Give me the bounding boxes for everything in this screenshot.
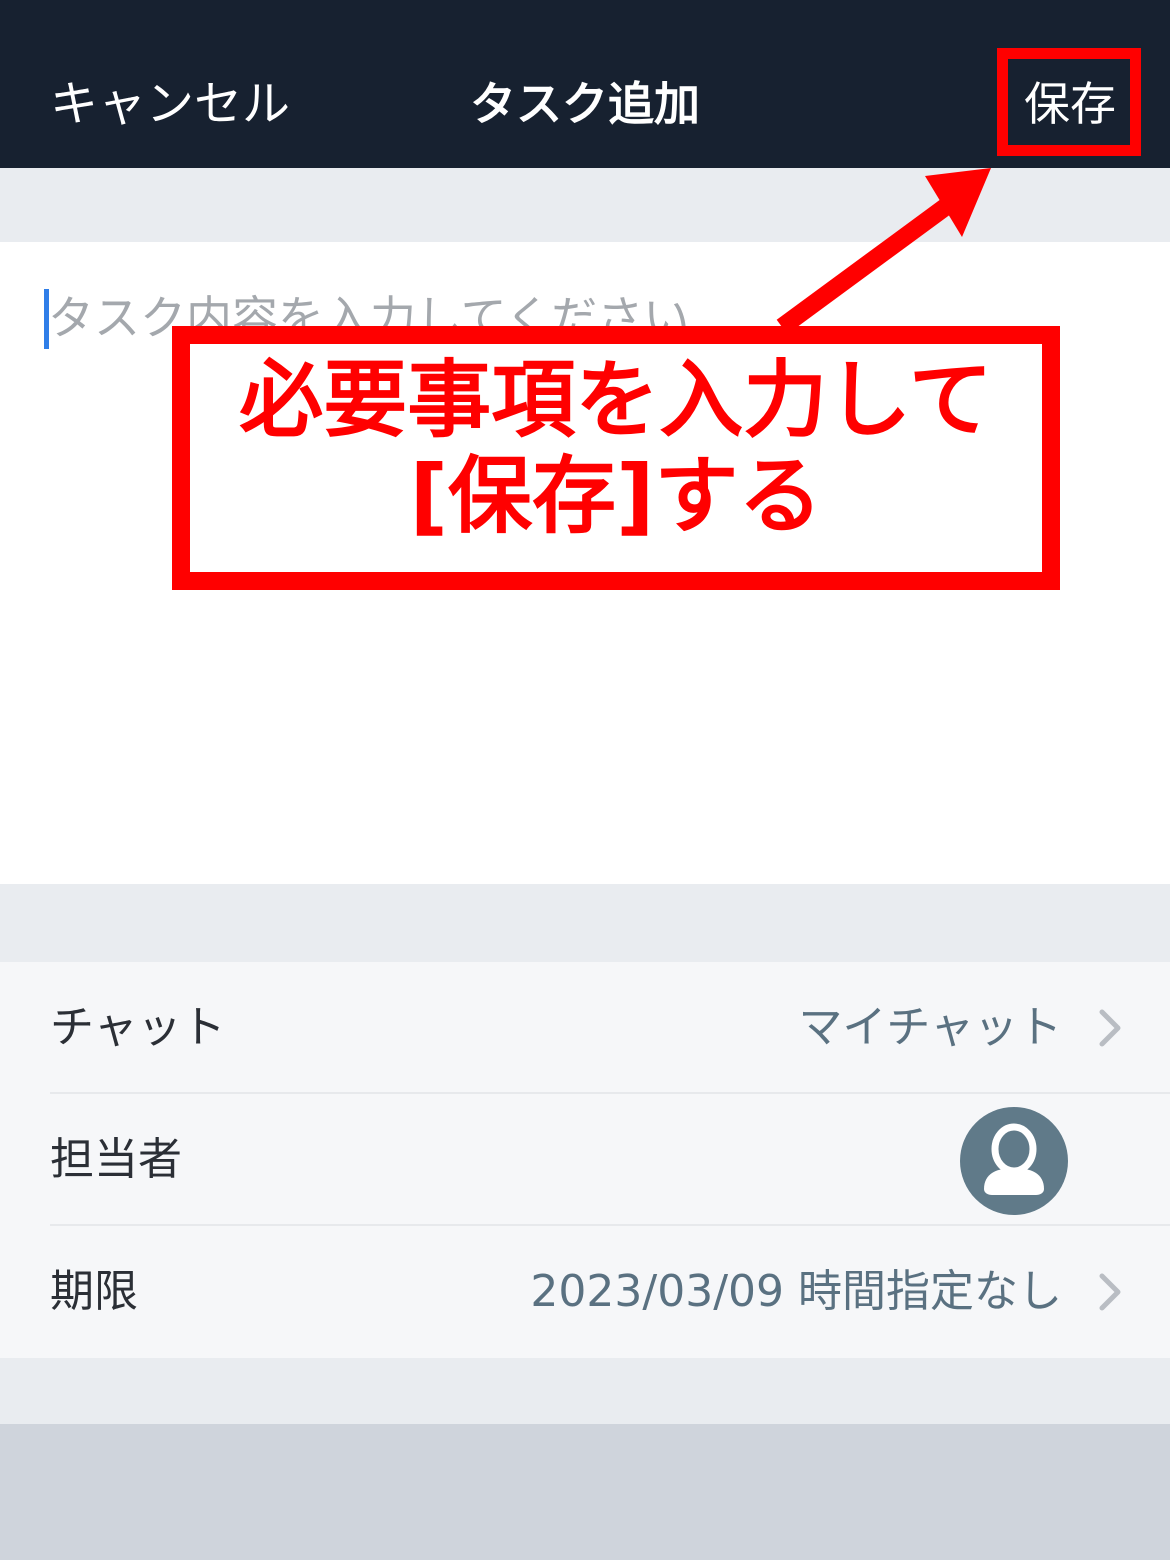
due-date-label: 期限 (50, 1266, 138, 1317)
assignee-label: 担当者 (50, 1134, 182, 1185)
navigation-bar: キャンセル タスク追加 保存 (0, 0, 1170, 168)
annotation-callout-text: 必要事項を入力して [保存]する (172, 352, 1060, 544)
assignee-row[interactable]: 担当者 (0, 1094, 1170, 1226)
chevron-right-icon (1099, 1009, 1121, 1047)
due-date-row[interactable]: 期限 2023/03/09 時間指定なし (0, 1226, 1170, 1358)
bottom-area (0, 1424, 1170, 1560)
section-gap (0, 1358, 1170, 1424)
person-avatar-icon[interactable] (960, 1107, 1068, 1215)
annotation-line-2: [保存]する (409, 447, 823, 545)
annotation-line-1: 必要事項を入力して (239, 351, 993, 449)
cancel-button[interactable]: キャンセル (50, 64, 290, 144)
chat-row[interactable]: チャット マイチャット (0, 962, 1170, 1094)
chevron-right-icon (1099, 1273, 1121, 1311)
task-settings-list: チャット マイチャット 担当者 期限 2023/03/09 時間指定なし (0, 962, 1170, 1358)
chat-value: マイチャット (798, 1002, 1062, 1053)
due-date-value: 2023/03/09 時間指定なし (530, 1266, 1062, 1317)
section-gap (0, 884, 1170, 962)
save-button-highlight-box (997, 48, 1141, 156)
section-gap (0, 168, 1170, 242)
chat-label: チャット (50, 1002, 226, 1053)
